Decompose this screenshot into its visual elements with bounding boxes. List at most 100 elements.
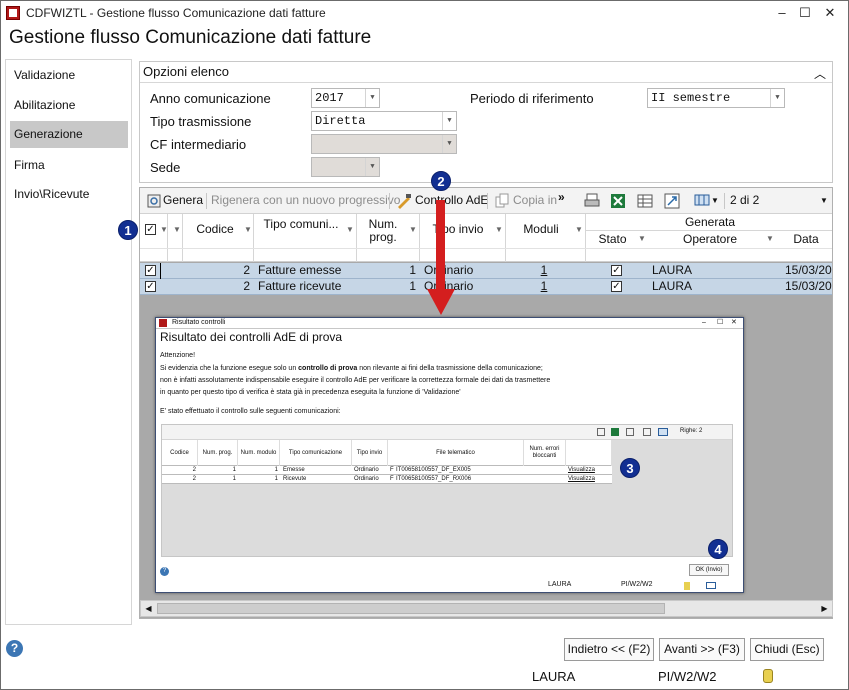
filter-arrow-icon[interactable]: ▼ <box>495 225 503 234</box>
filter-arrow-icon[interactable]: ▼ <box>244 225 252 234</box>
copia-in-button[interactable]: Copia in <box>513 193 557 207</box>
sidebar-item-abilitazione[interactable]: Abilitazione <box>10 92 128 119</box>
periodo-label: Periodo di riferimento <box>470 91 594 106</box>
tipo-trasmissione-select[interactable]: Diretta ▼ <box>311 111 457 131</box>
indietro-button[interactable]: Indietro << (F2) <box>564 638 654 661</box>
popup-table-row: 2 1 1 Ricevute Ordinario F IT00658100557… <box>162 475 612 484</box>
sidebar-item-firma[interactable]: Firma <box>10 152 128 179</box>
dropdown-arrow-icon: ▼ <box>365 158 379 176</box>
window-title: CDFWIZTL - Gestione flusso Comunicazione… <box>26 6 326 20</box>
cell-operatore: LAURA <box>652 263 693 277</box>
cf-intermediario-label: CF intermediario <box>150 137 247 152</box>
step-badge-2: 2 <box>431 171 451 191</box>
select-all-checkbox[interactable]: ✓ <box>145 224 156 235</box>
controllo-ade-button[interactable]: Controllo AdE <box>415 193 488 207</box>
filter-arrow-icon[interactable]: ▼ <box>766 234 774 243</box>
filter-row-line <box>140 248 832 249</box>
popup-table-row: 2 1 1 Emesse Ordinario F IT00658100557_D… <box>162 466 612 475</box>
popup-attenzione: Attenzione! <box>160 352 196 359</box>
col-num-prog-1[interactable]: Num. <box>359 217 407 231</box>
popup-line2: non è infatti assolutamente indispensabi… <box>160 377 551 384</box>
sidebar-item-validazione[interactable]: Validazione <box>10 62 128 89</box>
genera-button[interactable]: Genera <box>163 193 203 207</box>
cell-moduli-link[interactable]: 1 <box>508 263 580 278</box>
filter-arrow-icon[interactable]: ▼ <box>575 225 583 234</box>
toolbar-separator <box>487 193 488 209</box>
cell-codice: 2 <box>243 263 250 277</box>
table-row[interactable]: ✓ 2 Fatture emesse 1 Ordinario 1 ✓ LAURA… <box>140 263 832 279</box>
periodo-value: II semestre <box>651 91 731 105</box>
cell-prog: 1 <box>409 279 416 293</box>
export-icon <box>643 428 651 436</box>
popup-close-icon: ✕ <box>731 319 737 326</box>
filter-arrow-icon[interactable]: ▼ <box>346 225 354 234</box>
col-data[interactable]: Data <box>780 232 832 246</box>
step-badge-4: 4 <box>708 539 728 559</box>
filter-arrow-icon[interactable]: ▼ <box>409 225 417 234</box>
excel-icon[interactable] <box>610 193 626 209</box>
chevron-up-icon[interactable]: ︿ <box>814 64 826 84</box>
anno-label: Anno comunicazione <box>150 91 271 106</box>
popup-cell-invio: Ordinario <box>354 467 379 473</box>
filter-arrow-icon[interactable]: ▼ <box>173 225 181 234</box>
col-generata: Generata <box>684 215 736 229</box>
avanti-button[interactable]: Avanti >> (F3) <box>659 638 745 661</box>
print-preview-icon[interactable] <box>584 193 600 209</box>
close-button[interactable]: ✕ <box>817 1 843 25</box>
popup-cell-flag: F <box>390 467 394 473</box>
sidebar-item-invio-ricevute[interactable]: Invio\Ricevute <box>10 181 128 208</box>
chevron-down-icon[interactable]: ▼ <box>711 196 719 205</box>
main-window: CDFWIZTL - Gestione flusso Comunicazione… <box>0 0 849 690</box>
popup-col-tipo-invio: Tipo invio <box>352 440 388 466</box>
col-stato[interactable]: Stato <box>590 232 635 246</box>
scroll-left-icon[interactable]: ◀ <box>141 601 156 616</box>
popup-visualizza-link: Visualizza <box>568 476 595 482</box>
popup-line1-c: non rilevante ai fini della trasmissione… <box>357 365 543 372</box>
cell-moduli-link[interactable]: 1 <box>508 279 580 294</box>
periodo-select[interactable]: II semestre ▼ <box>647 88 785 108</box>
options-panel: Opzioni elenco ︿ Anno comunicazione 2017… <box>139 61 833 183</box>
table-icon <box>626 428 634 436</box>
columns-settings-icon[interactable] <box>694 193 710 209</box>
status-path: PI/W2/W2 <box>658 669 717 684</box>
col-codice[interactable]: Codice <box>185 222 245 236</box>
popup-line1: Si evidenzia che la funzione esegue solo… <box>160 365 543 372</box>
rigenera-button[interactable]: Rigenera con un nuovo progressivo <box>211 193 400 207</box>
chiudi-button[interactable]: Chiudi (Esc) <box>750 638 824 661</box>
anno-select[interactable]: 2017 ▼ <box>311 88 380 108</box>
row-checkbox[interactable]: ✓ <box>145 265 156 276</box>
tipo-trasmissione-value: Diretta <box>315 114 366 128</box>
more-tools-button[interactable]: » <box>558 190 565 204</box>
anno-value: 2017 <box>315 91 344 105</box>
col-moduli[interactable]: Moduli <box>508 222 574 236</box>
export-icon[interactable] <box>664 193 680 209</box>
popup-line3: in quanto per questo tipo di verifica è … <box>160 389 461 396</box>
pager-dropdown-icon[interactable]: ▼ <box>820 196 828 205</box>
col-tipo-invio[interactable]: Tipo invio <box>422 222 494 236</box>
maximize-button[interactable]: ☐ <box>792 1 818 25</box>
popup-title-bar: Risultato controlli – ☐ ✕ <box>156 318 743 329</box>
scroll-right-icon[interactable]: ▶ <box>817 601 832 616</box>
options-panel-header[interactable]: Opzioni elenco ︿ <box>140 62 832 83</box>
cell-data: 15/03/20 <box>785 279 832 293</box>
horizontal-scrollbar[interactable]: ◀ ▶ <box>140 600 833 617</box>
table-icon[interactable] <box>637 193 653 209</box>
popup-ok-button: OK (Invio) <box>689 564 729 576</box>
popup-cell-file: IT00658100557_DF_EX005 <box>396 467 471 473</box>
popup-status-path: PI/W2/W2 <box>621 581 653 588</box>
popup-col-file-telematico: File telematico <box>388 440 524 466</box>
column-separator <box>167 214 168 262</box>
grid-toolbar: Genera Rigenera con un nuovo progressivo… <box>140 188 832 214</box>
row-checkbox[interactable]: ✓ <box>145 281 156 292</box>
status-user: LAURA <box>532 669 576 684</box>
filter-arrow-icon[interactable]: ▼ <box>638 234 646 243</box>
table-row[interactable]: ✓ 2 Fatture ricevute 1 Ordinario 1 ✓ LAU… <box>140 279 832 295</box>
check-ade-icon <box>398 194 411 209</box>
col-operatore[interactable]: Operatore <box>650 232 770 246</box>
popup-righe: Righe: 2 <box>680 428 703 434</box>
controlli-result-screenshot: Risultato controlli – ☐ ✕ Risultato dei … <box>155 317 744 593</box>
scroll-thumb[interactable] <box>157 603 665 614</box>
sidebar-item-generazione[interactable]: Generazione <box>10 121 128 148</box>
col-tipo-comunicazione[interactable]: Tipo comuni... <box>256 217 346 231</box>
help-icon[interactable]: ? <box>6 640 23 657</box>
